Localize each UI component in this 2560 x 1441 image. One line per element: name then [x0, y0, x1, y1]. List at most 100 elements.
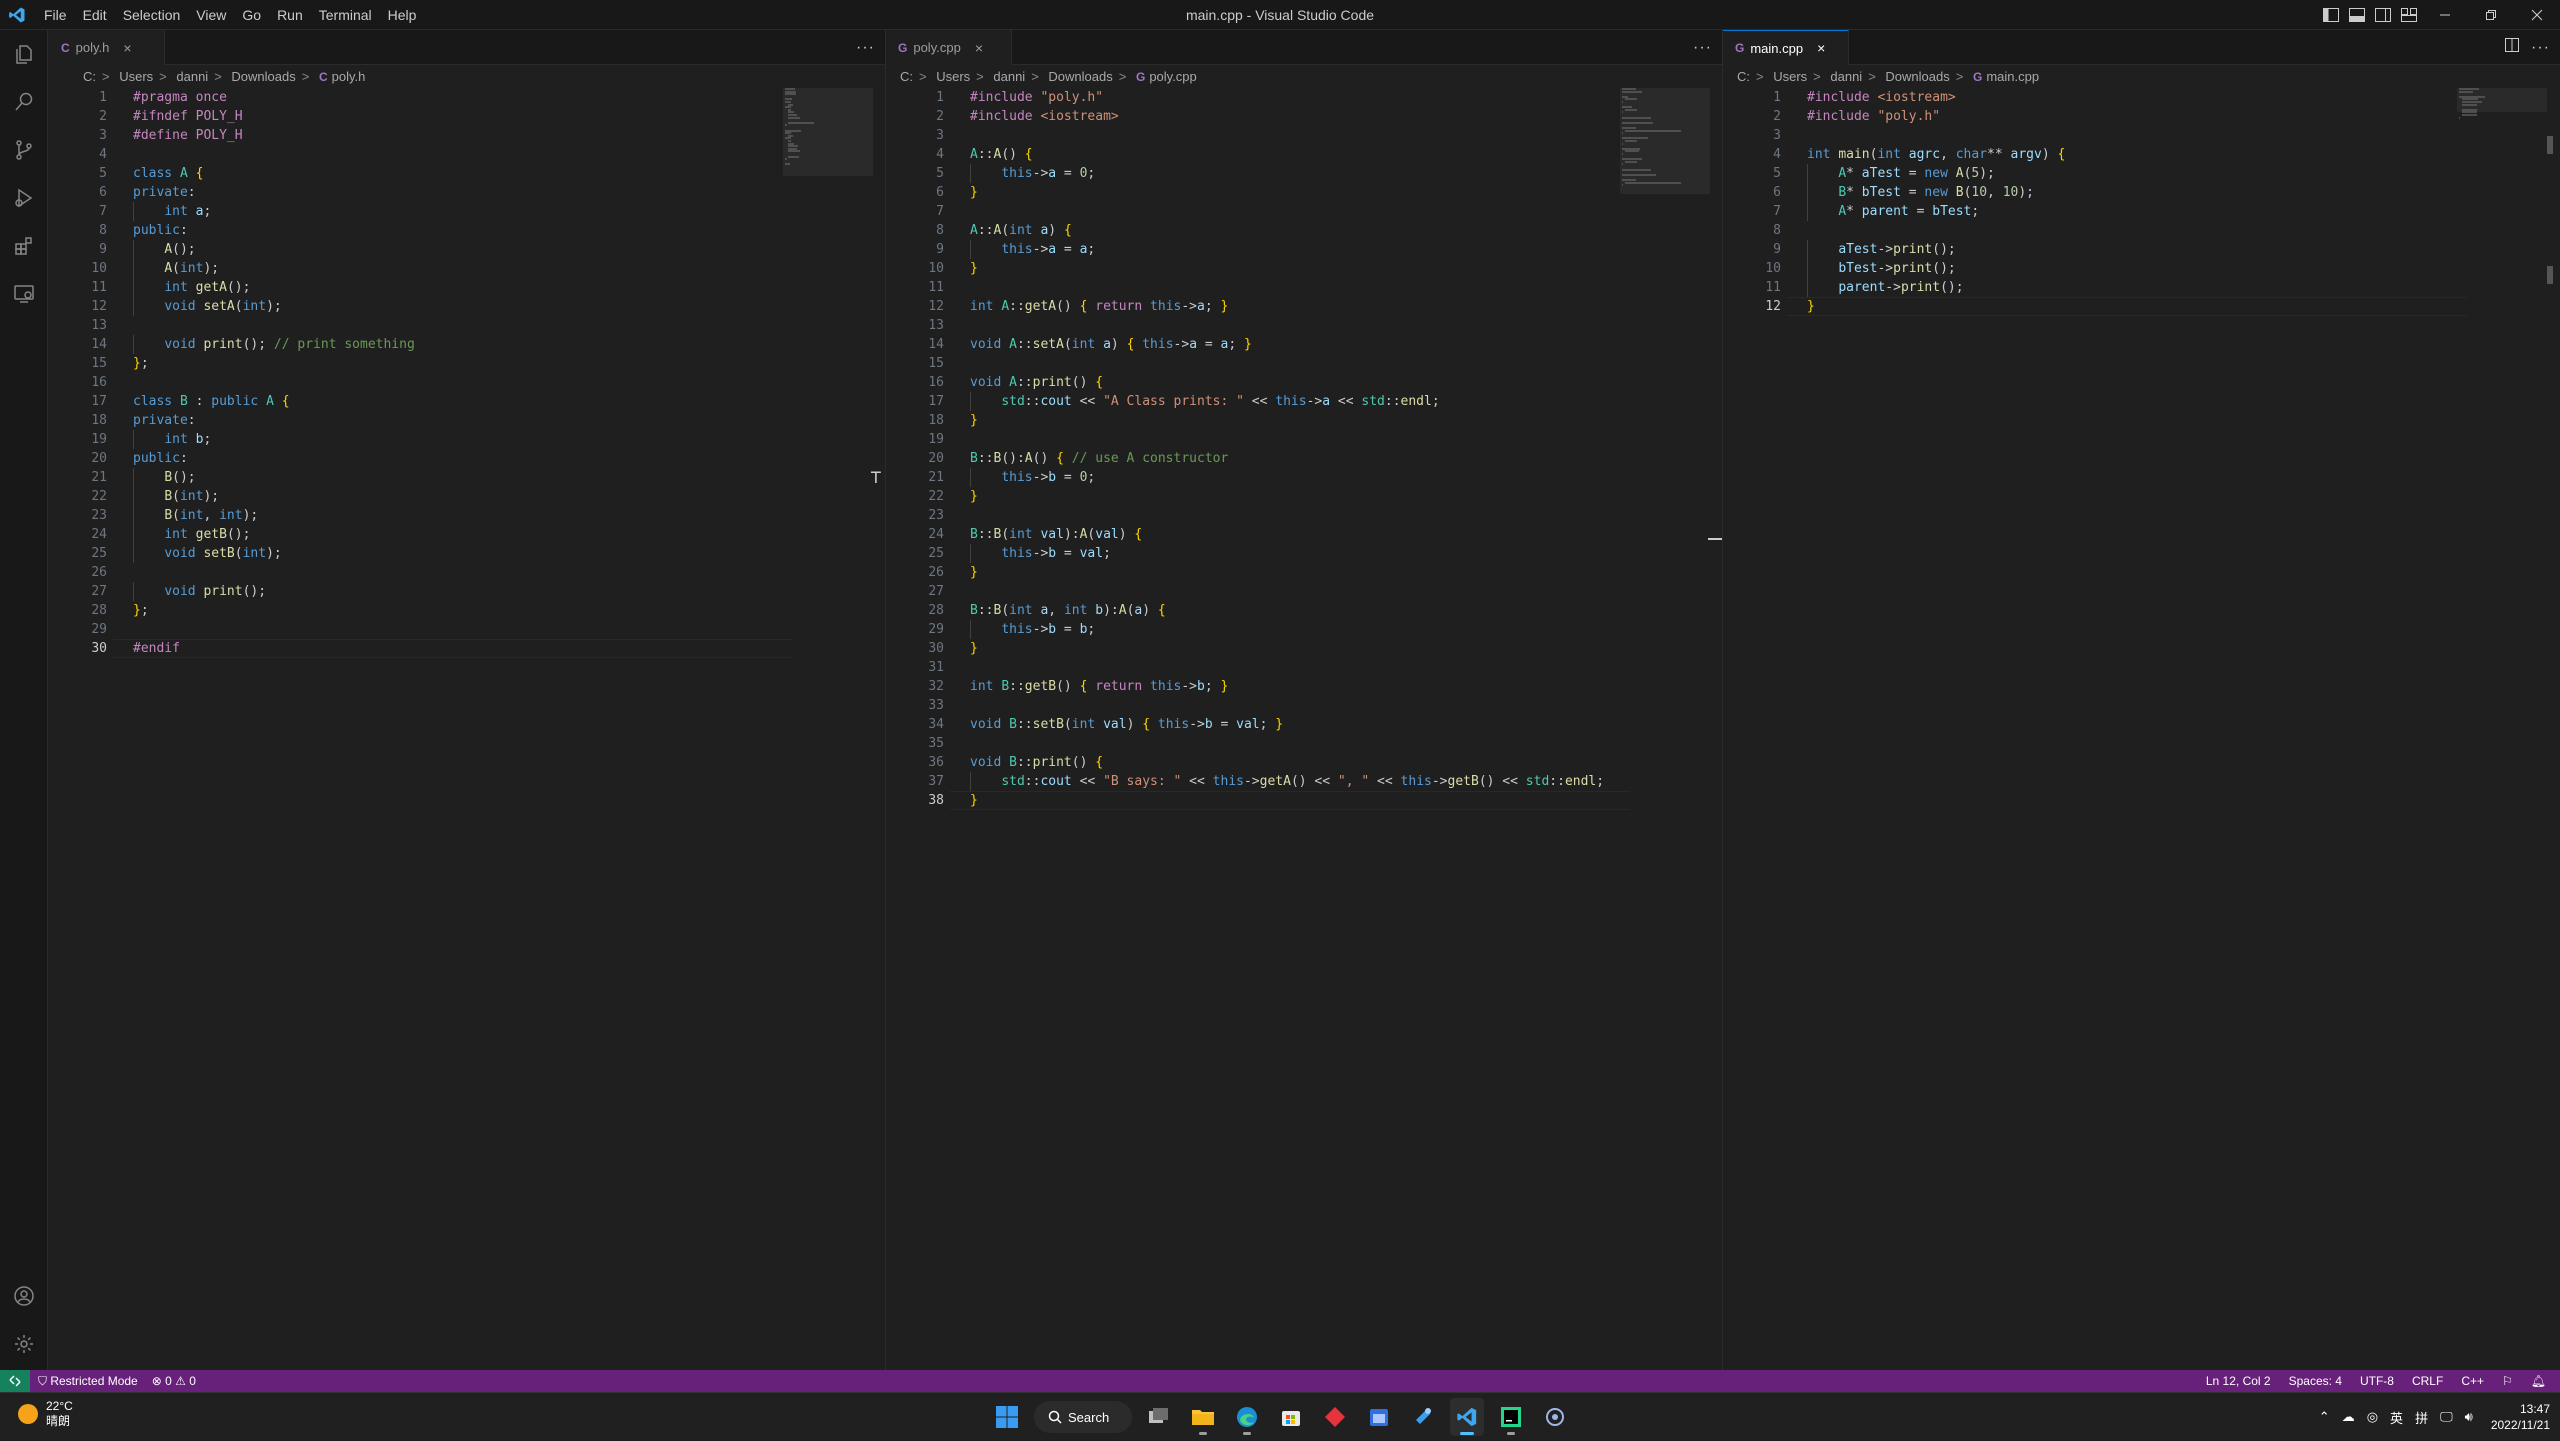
search-icon — [1048, 1410, 1062, 1424]
show-hidden-icons-chevron-icon[interactable]: ⌃ — [2319, 1409, 2330, 1425]
menu-view[interactable]: View — [188, 0, 234, 30]
breadcrumb-item[interactable]: C: — [900, 69, 913, 84]
explorer-icon[interactable] — [0, 30, 48, 78]
edge-browser-icon[interactable] — [1230, 1398, 1264, 1436]
breadcrumb-item[interactable]: Users — [936, 69, 970, 84]
minimap[interactable] — [785, 88, 845, 168]
clock[interactable]: 13:47 2022/11/21 — [2491, 1401, 2550, 1433]
tab-poly-h[interactable]: C poly.h × — [49, 30, 165, 65]
code-text: void B::setB(int val) { this->b = val; } — [970, 717, 1284, 732]
line-number: 20 — [91, 451, 107, 466]
toggle-panel-icon[interactable] — [2344, 0, 2370, 30]
menu-terminal[interactable]: Terminal — [311, 0, 380, 30]
taskbar-search[interactable]: Search — [1034, 1401, 1132, 1433]
time: 13:47 — [2519, 1402, 2550, 1416]
input-method[interactable]: 拼 — [2415, 1408, 2428, 1427]
onedrive-cloud-icon[interactable]: ☁ — [2342, 1409, 2355, 1425]
encoding[interactable]: UTF-8 — [2360, 1370, 2394, 1392]
code-editor[interactable]: 1 #pragma once 2 #ifndef POLY_H 3 #define POL… — [49, 88, 885, 1370]
display-network-icon[interactable]: 🖵︎ — [2440, 1409, 2453, 1425]
calendar-app-icon[interactable] — [1362, 1398, 1396, 1436]
weather-widget[interactable]: 22°C 晴朗 — [18, 1399, 73, 1429]
remote-explorer-icon[interactable] — [0, 270, 48, 318]
breadcrumb-item[interactable]: danni — [993, 69, 1025, 84]
breadcrumb-item[interactable]: C: — [1737, 69, 1750, 84]
cpp-file-icon: G — [898, 40, 908, 55]
problems-indicator[interactable]: ⊗ 0 ⚠ 0 — [152, 1370, 196, 1392]
indent-guide — [133, 278, 134, 297]
toggle-primary-sidebar-icon[interactable] — [2318, 0, 2344, 30]
microsoft-store-icon[interactable] — [1274, 1398, 1308, 1436]
indent-guide — [970, 620, 971, 639]
task-view-icon[interactable] — [1142, 1398, 1176, 1436]
restricted-mode-indicator[interactable]: ⛉ Restricted Mode — [38, 1370, 138, 1392]
more-actions-icon[interactable]: ··· — [2531, 39, 2550, 57]
breadcrumb-item[interactable]: Users — [119, 69, 153, 84]
volume-icon[interactable]: 🔊︎ — [2465, 1409, 2473, 1425]
breadcrumb-item[interactable]: Downloads — [231, 69, 295, 84]
language-mode[interactable]: C++ — [2461, 1370, 2484, 1392]
pycharm-icon[interactable] — [1494, 1398, 1528, 1436]
code-text: B(int); — [164, 489, 220, 504]
source-control-icon[interactable] — [0, 126, 48, 174]
file-explorer-icon[interactable] — [1186, 1398, 1220, 1436]
feedback-icon[interactable]: ⚐ — [2502, 1370, 2513, 1392]
code-editor[interactable]: 1 #include <iostream> 2 #include "poly.h" 3 4… — [1723, 88, 2560, 1370]
input-language[interactable]: 英 — [2390, 1408, 2403, 1427]
indent-guide — [133, 468, 134, 487]
restore-icon[interactable] — [2468, 0, 2514, 30]
menu-file[interactable]: File — [36, 0, 75, 30]
code-text: #ifndef POLY_H — [133, 109, 243, 124]
more-actions-icon[interactable]: ··· — [1693, 39, 1712, 57]
menu-run[interactable]: Run — [269, 0, 311, 30]
breadcrumb-item[interactable]: danni — [176, 69, 208, 84]
line-number: 10 — [91, 261, 107, 276]
close-tab-icon[interactable]: × — [975, 40, 983, 56]
split-editor-icon[interactable] — [2505, 38, 2520, 57]
settings-app-icon[interactable] — [1538, 1398, 1572, 1436]
minimize-icon[interactable] — [2422, 0, 2468, 30]
indentation[interactable]: Spaces: 4 — [2289, 1370, 2342, 1392]
visual-studio-installer-icon[interactable] — [1406, 1398, 1440, 1436]
minimap[interactable] — [1622, 88, 1682, 187]
cursor-position[interactable]: Ln 12, Col 2 — [2206, 1370, 2271, 1392]
red-diamond-app-icon[interactable] — [1318, 1398, 1352, 1436]
toggle-secondary-sidebar-icon[interactable] — [2370, 0, 2396, 30]
customize-layout-icon[interactable] — [2396, 0, 2422, 30]
tab-main-cpp[interactable]: G main.cpp × — [1723, 30, 1849, 65]
manage-gear-icon[interactable] — [0, 1320, 48, 1368]
remote-indicator-icon[interactable] — [0, 1370, 30, 1392]
menu-selection[interactable]: Selection — [115, 0, 189, 30]
search-icon[interactable] — [0, 78, 48, 126]
close-window-icon[interactable] — [2514, 0, 2560, 30]
breadcrumb-item[interactable]: danni — [1830, 69, 1862, 84]
windows-start-icon[interactable] — [990, 1398, 1024, 1436]
more-actions-icon[interactable]: ··· — [856, 39, 875, 57]
breadcrumb-item[interactable]: C: — [83, 69, 96, 84]
run-debug-icon[interactable] — [0, 174, 48, 222]
menu-edit[interactable]: Edit — [75, 0, 115, 30]
close-tab-icon[interactable]: × — [123, 40, 131, 56]
close-tab-icon[interactable]: × — [1817, 40, 1825, 56]
extensions-icon[interactable] — [0, 222, 48, 270]
accounts-icon[interactable] — [0, 1272, 48, 1320]
end-of-line[interactable]: CRLF — [2412, 1370, 2443, 1392]
menu-help[interactable]: Help — [380, 0, 425, 30]
breadcrumb-item[interactable]: Downloads — [1885, 69, 1949, 84]
menu-go[interactable]: Go — [234, 0, 269, 30]
breadcrumb-item[interactable]: main.cpp — [1986, 69, 2039, 84]
code-editor[interactable]: 1 #include "poly.h" 2 #include <iostream> 3 4… — [886, 88, 1722, 1370]
network-security-icon[interactable]: ◎ — [2367, 1409, 2378, 1425]
code-text: #include "poly.h" — [1807, 109, 1941, 124]
scrollbar-thumb[interactable] — [2547, 266, 2553, 284]
breadcrumb-item[interactable]: Downloads — [1048, 69, 1112, 84]
scrollbar-thumb[interactable] — [2547, 136, 2553, 154]
tab-poly-cpp[interactable]: G poly.cpp × — [886, 30, 1012, 65]
minimap[interactable] — [2459, 88, 2519, 168]
tab-label: poly.h — [75, 40, 110, 55]
breadcrumb-item[interactable]: Users — [1773, 69, 1807, 84]
vscode-taskbar-icon[interactable] — [1450, 1398, 1484, 1436]
notifications-bell-icon[interactable]: 🔔︎ — [2531, 1370, 2546, 1392]
breadcrumb-item[interactable]: poly.cpp — [1149, 69, 1196, 84]
breadcrumb-item[interactable]: poly.h — [332, 69, 366, 84]
